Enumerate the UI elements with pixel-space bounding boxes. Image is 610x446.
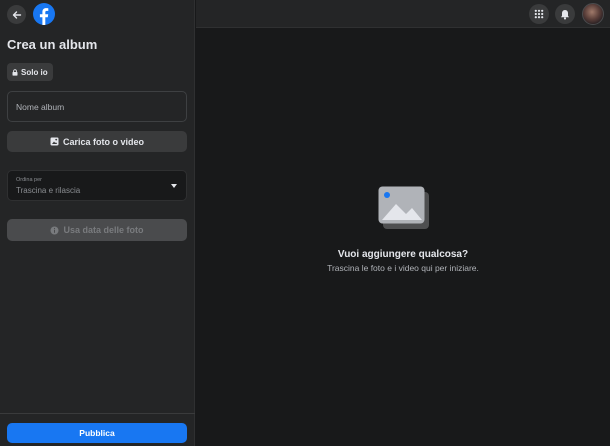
sort-order-select[interactable]: Ordina per Trascina e rilascia: [7, 170, 187, 201]
back-button[interactable]: [7, 5, 26, 24]
lock-icon: [12, 68, 18, 76]
upload-label: Carica foto o video: [62, 136, 144, 147]
bell-icon: [561, 9, 569, 19]
notifications-button[interactable]: [555, 4, 575, 24]
top-navigation-bar: [196, 0, 610, 28]
photo-add-icon: [50, 137, 59, 146]
privacy-button[interactable]: Solo io: [7, 63, 53, 81]
sort-label: Ordina per: [16, 177, 42, 183]
info-icon: [50, 226, 59, 234]
use-date-label: Usa data delle foto: [63, 225, 144, 235]
album-name-field[interactable]: Nome album: [7, 91, 187, 122]
avatar[interactable]: [582, 3, 604, 25]
footer-divider: [0, 413, 195, 414]
use-photo-date-button[interactable]: Usa data delle foto: [7, 219, 187, 241]
image-placeholder-icon: [378, 186, 429, 229]
publish-button[interactable]: Pubblica: [7, 423, 187, 443]
facebook-logo-icon[interactable]: [33, 3, 55, 25]
page-title: Crea un album: [7, 37, 98, 52]
chevron-down-icon: [171, 184, 177, 188]
sort-value: Trascina e rilascia: [16, 186, 81, 195]
album-name-placeholder: Nome album: [16, 102, 65, 112]
album-sidebar: Crea un album Solo io Nome album Carica …: [0, 0, 195, 446]
empty-state-title: Vuoi aggiungere qualcosa?: [337, 249, 469, 260]
arrow-left-icon: [12, 10, 21, 19]
menu-button[interactable]: [529, 4, 549, 24]
upload-photo-video-button[interactable]: Carica foto o video: [7, 131, 187, 152]
privacy-label: Solo io: [21, 67, 48, 77]
empty-state-subtitle: Trascina le foto e i video qui per inizi…: [327, 263, 479, 273]
sidebar-header: [0, 0, 195, 28]
grid-menu-icon: [534, 9, 544, 19]
